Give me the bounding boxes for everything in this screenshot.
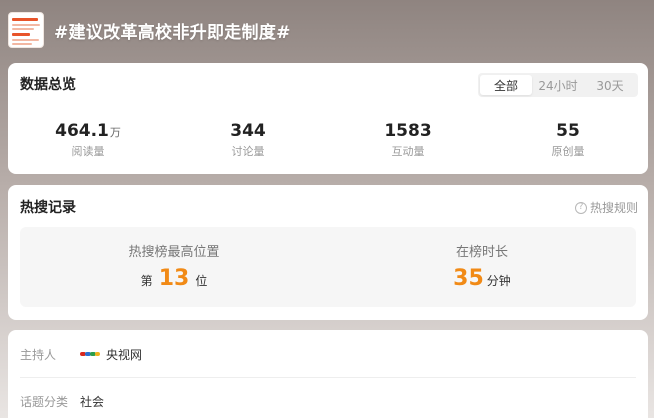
overview-title: 数据总览	[20, 77, 76, 93]
stat-originals-value: 55	[556, 121, 580, 141]
hot-search-stats: 热搜榜最高位置 第 13 位 在榜时长 35 分钟	[20, 227, 636, 307]
question-icon: ?	[574, 201, 587, 214]
stat-discussions: 344 讨论量	[168, 121, 328, 159]
host-link[interactable]: 央视网	[80, 346, 142, 363]
stat-discussions-label: 讨论量	[231, 145, 265, 158]
topic-thumbnail[interactable]	[8, 12, 44, 48]
stat-discussions-value: 344	[230, 121, 266, 141]
stat-reads-unit: 万	[109, 126, 121, 139]
highest-position-value: 13	[158, 266, 190, 291]
on-list-duration-value: 35	[453, 266, 484, 291]
category-label: 话题分类	[20, 394, 69, 409]
host-row: 主持人 央视网	[20, 331, 636, 377]
hot-search-rules-label: 热搜规则	[589, 201, 638, 215]
stat-interactions-label: 互动量	[391, 145, 425, 158]
overview-card: 数据总览 全部 24小时 30天 464.1万 阅读量 344 讨论量 1583…	[8, 63, 648, 174]
tab-24h[interactable]: 24小时	[532, 75, 584, 95]
topic-info-card: 主持人 央视网 话题分类 社会	[8, 330, 648, 418]
tab-30d[interactable]: 30天	[584, 75, 636, 95]
topic-title: #建议改革高校非升即走制度#	[54, 22, 291, 43]
highest-position: 热搜榜最高位置 第 13 位	[20, 227, 328, 307]
highest-position-prefix: 第	[140, 274, 153, 288]
highest-position-suffix: 位	[195, 274, 208, 288]
stat-interactions: 1583 互动量	[328, 121, 488, 159]
tab-all[interactable]: 全部	[480, 75, 532, 95]
cctv-logo-icon	[80, 349, 100, 359]
stat-reads-label: 阅读量	[71, 145, 105, 158]
on-list-duration-unit: 分钟	[486, 274, 511, 288]
hot-search-title: 热搜记录	[20, 200, 76, 216]
stat-interactions-value: 1583	[384, 121, 432, 141]
on-list-duration-label: 在榜时长	[455, 245, 508, 260]
time-range-tabs: 全部 24小时 30天	[478, 73, 638, 97]
stat-reads: 464.1万 阅读量	[8, 121, 168, 159]
host-value: 央视网	[106, 347, 143, 362]
on-list-duration: 在榜时长 35 分钟	[328, 227, 636, 307]
category-value: 社会	[80, 394, 105, 409]
topic-header: #建议改革高校非升即走制度#	[0, 0, 654, 60]
highest-position-label: 热搜榜最高位置	[128, 245, 220, 260]
host-label: 主持人	[20, 347, 57, 362]
category-row: 话题分类 社会	[20, 378, 636, 418]
hot-search-rules-link[interactable]: ? 热搜规则	[574, 199, 638, 216]
stat-originals: 55 原创量	[488, 121, 648, 159]
stat-originals-label: 原创量	[551, 145, 585, 158]
stats-row: 464.1万 阅读量 344 讨论量 1583 互动量 55 原创量	[8, 121, 648, 159]
hot-search-card: 热搜记录 ? 热搜规则 热搜榜最高位置 第 13 位 在榜时长 35 分钟	[8, 185, 648, 320]
stat-reads-value: 464.1	[55, 121, 109, 141]
